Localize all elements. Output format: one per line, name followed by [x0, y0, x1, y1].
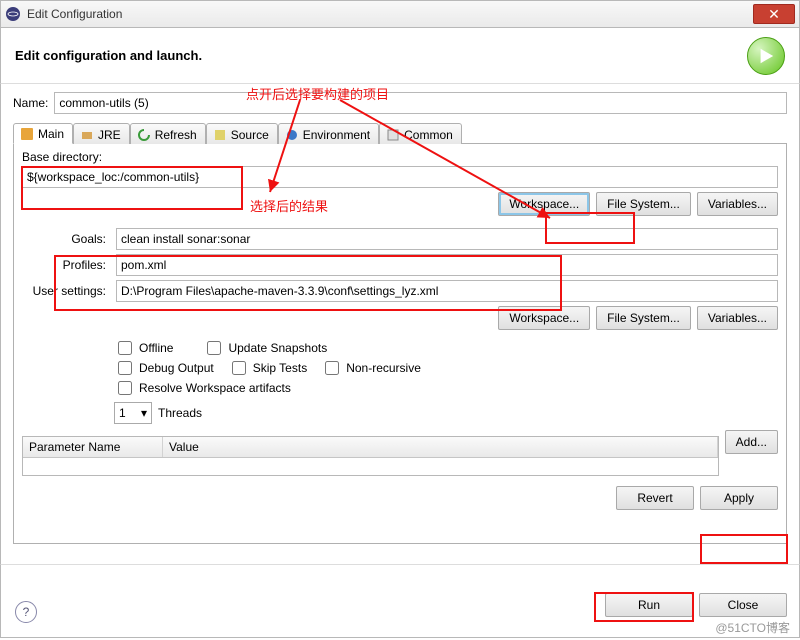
titlebar: Edit Configuration ✕: [0, 0, 800, 28]
banner: Edit configuration and launch.: [0, 28, 800, 84]
add-button[interactable]: Add...: [725, 430, 778, 454]
threads-label: Threads: [158, 406, 202, 420]
offline-label: Offline: [139, 341, 173, 355]
tab-source[interactable]: Source: [206, 123, 278, 144]
tab-env-label: Environment: [303, 128, 370, 142]
update-label: Update Snapshots: [228, 341, 327, 355]
redbox-goals: [54, 255, 562, 311]
tab-strip: Main JRE Refresh Source Environment Comm…: [13, 122, 787, 144]
resolve-workspace-checkbox[interactable]: Resolve Workspace artifacts: [114, 378, 291, 398]
variables-button-1[interactable]: Variables...: [697, 192, 778, 216]
col-parameter-name[interactable]: Parameter Name: [23, 437, 163, 457]
redbox-apply: [700, 534, 788, 564]
tab-main-label: Main: [38, 127, 64, 141]
non-recursive-checkbox[interactable]: Non-recursive: [321, 358, 421, 378]
tab-common-label: Common: [404, 128, 453, 142]
environment-icon: [285, 128, 299, 142]
anno-top: 点开后选择要构建的项目: [246, 84, 389, 103]
update-snapshots-checkbox[interactable]: Update Snapshots: [203, 338, 327, 358]
source-icon: [213, 128, 227, 142]
tab-source-label: Source: [231, 128, 269, 142]
jre-icon: [80, 128, 94, 142]
goals-label: Goals:: [22, 232, 110, 246]
revert-button[interactable]: Revert: [616, 486, 694, 510]
debug-label: Debug Output: [139, 361, 214, 375]
skip-tests-checkbox[interactable]: Skip Tests: [228, 358, 307, 378]
name-input[interactable]: [54, 92, 787, 114]
offline-checkbox[interactable]: Offline: [114, 338, 173, 358]
filesystem-button-2[interactable]: File System...: [596, 306, 691, 330]
threads-spinner[interactable]: 1▾: [114, 402, 152, 424]
tab-main[interactable]: Main: [13, 123, 73, 144]
resolve-label: Resolve Workspace artifacts: [139, 381, 291, 395]
eclipse-icon: [5, 6, 21, 22]
main-icon: [20, 127, 34, 141]
close-window-button[interactable]: ✕: [753, 4, 795, 24]
tab-environment[interactable]: Environment: [278, 123, 379, 144]
anno-result: 选择后的结果: [250, 196, 328, 215]
watermark: @51CTO博客: [715, 619, 790, 636]
tab-refresh[interactable]: Refresh: [130, 123, 206, 144]
banner-text: Edit configuration and launch.: [15, 48, 747, 63]
redbox-workspace: [545, 212, 635, 244]
debug-output-checkbox[interactable]: Debug Output: [114, 358, 214, 378]
close-button[interactable]: Close: [699, 593, 787, 617]
run-icon: [747, 37, 785, 75]
skip-label: Skip Tests: [253, 361, 307, 375]
nonrec-label: Non-recursive: [346, 361, 421, 375]
refresh-icon: [137, 128, 151, 142]
col-value[interactable]: Value: [163, 437, 718, 457]
redbox-run: [594, 592, 694, 622]
threads-value: 1: [119, 406, 126, 420]
redbox-basedir: [21, 166, 243, 210]
base-dir-label: Base directory:: [22, 150, 778, 164]
tab-jre[interactable]: JRE: [73, 123, 130, 144]
parameter-table[interactable]: Parameter Name Value: [22, 436, 719, 476]
tab-refresh-label: Refresh: [155, 128, 197, 142]
tab-common[interactable]: Common: [379, 123, 462, 144]
window-title: Edit Configuration: [27, 7, 753, 21]
tab-jre-label: JRE: [98, 128, 121, 142]
variables-button-2[interactable]: Variables...: [697, 306, 778, 330]
goals-input[interactable]: [116, 228, 778, 250]
help-icon[interactable]: ?: [15, 601, 37, 623]
apply-button[interactable]: Apply: [700, 486, 778, 510]
content-area: Name: Main JRE Refresh Source Environmen…: [0, 84, 800, 564]
common-icon: [386, 128, 400, 142]
name-label: Name:: [13, 96, 48, 110]
